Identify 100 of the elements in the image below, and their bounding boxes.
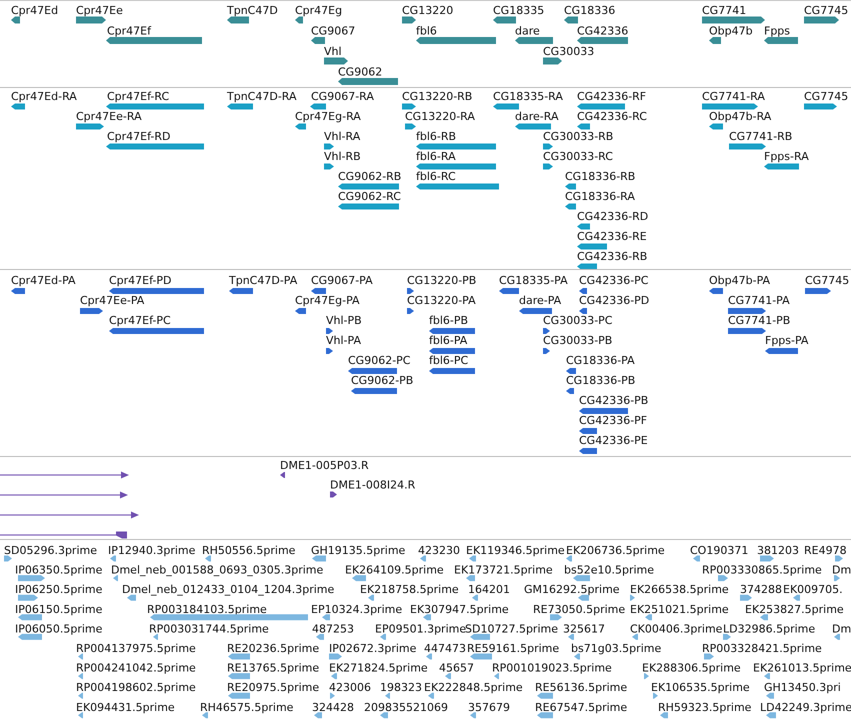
feature-label: EK009705. — [783, 583, 843, 596]
feature-label: fbl6-RA — [416, 150, 456, 163]
feature-label: 487253 — [312, 622, 354, 636]
feature-label: EK251021.5prime — [630, 602, 729, 616]
feature-label: CG42336-PB — [579, 394, 648, 407]
feature-label: dare-RA — [515, 110, 558, 123]
feature-label: fbl6-PC — [429, 354, 468, 367]
feature-label: CG42336-PF — [579, 414, 648, 427]
feature-label: Fpps-PA — [765, 334, 808, 347]
feature-label: CG9062-RB — [338, 170, 402, 183]
feature-label: CG13220-PA — [407, 294, 476, 307]
feature-label: fbl6-PA — [429, 334, 468, 347]
feature-label: 381203 — [757, 544, 799, 557]
feature-label: RE20236.5prime — [227, 642, 320, 655]
feature-label: EK253827.5prime — [745, 602, 844, 616]
feature-label: EK094431.5prime — [76, 700, 175, 714]
feature-label: 164201 — [468, 583, 510, 596]
feature-label: RE67547.5prime — [535, 700, 628, 714]
feature-label: Vhl-RA — [324, 130, 360, 143]
feature-label: LD32986.5prime — [723, 622, 816, 636]
feature-label: CG7741-RB — [729, 130, 792, 143]
feature-label: EK264109.5prime — [345, 564, 444, 577]
feature-label: CG9067-RA — [311, 90, 374, 103]
feature-label: EK218758.5prime — [360, 583, 459, 596]
feature-label: CG9062-RC — [338, 190, 401, 203]
feature-label: EK307947.5prime — [410, 602, 509, 616]
feature-label: RP004241042.5prime — [76, 662, 196, 675]
feature-label: CG18336-PB — [566, 374, 636, 387]
feature-label: DME1-005P03.R — [280, 459, 369, 472]
feature-label: RP003031744.5prime — [149, 622, 269, 636]
feature-label: Fpps-RA — [764, 150, 809, 163]
feature-label: fbl6 — [416, 24, 437, 38]
feature-label: RE59161.5prime — [467, 642, 560, 655]
feature-label: EP10324.3prime — [311, 602, 402, 616]
feature-label: CG13220-PB — [407, 274, 476, 287]
feature-label: CG7741-PA — [728, 294, 790, 307]
feature-label: Cpr47Ef-RD — [107, 130, 170, 143]
feature-label: CO190371 — [690, 544, 748, 557]
feature-label: CG13220-RA — [405, 110, 475, 123]
feature-label: CG42336-RC — [577, 110, 647, 123]
feature-label: RH46575.5prime — [200, 700, 294, 714]
feature-label: Dm — [832, 564, 851, 577]
feature-label: RE13765.5prime — [227, 662, 320, 675]
feature-label: Cpr47Ef — [107, 24, 152, 38]
feature-label: Cpr47Eg-RA — [295, 110, 361, 123]
feature-label: CG18336 — [564, 4, 616, 17]
feature-label: Cpr47Ee-RA — [76, 110, 142, 123]
feature-label: GH19135.5prime — [311, 544, 406, 557]
feature-label: CG9067 — [311, 24, 356, 38]
feature-label: 423006 — [329, 681, 371, 694]
feature-label: TpnC47D-RA — [227, 90, 297, 103]
feature-label: Cpr47Ef-PC — [109, 314, 171, 327]
feature-label: Vhl-PB — [326, 314, 362, 327]
feature-label: 447473 — [424, 642, 466, 655]
feature-label: RE56136.5prime — [535, 681, 628, 694]
feature-label: RP004137975.5prime — [76, 642, 196, 655]
feature-label: IP12940.3prime — [108, 544, 196, 557]
feature-label: CG18335-RA — [493, 90, 563, 103]
feature-label: CG42336-RB — [577, 250, 648, 263]
feature-label: CK00406.3prime — [630, 622, 722, 636]
feature-label: RE20975.5prime — [227, 681, 320, 694]
feature-label: CG30033-RB — [543, 130, 614, 143]
feature-label: CG42336-RE — [577, 230, 647, 243]
feature-label: CG7745 — [804, 4, 848, 17]
feature-label: Obp47b-RA — [709, 110, 772, 123]
feature-label: 374288 — [740, 583, 782, 596]
feature-label: Cpr47Ef-RC — [107, 90, 170, 103]
feature-label: CG7745 — [804, 90, 848, 103]
feature-label: CG9067-PA — [311, 274, 373, 287]
feature-label: EK173721.5prime — [454, 564, 553, 577]
feature-label: Fpps — [764, 24, 790, 38]
feature-label: fbl6-RB — [416, 130, 456, 143]
feature-label: CG9062 — [338, 66, 382, 78]
feature-label: GM16292.5prime — [524, 583, 620, 596]
feature-label: EK222848.5prime — [424, 681, 523, 694]
feature-label: Cpr47Ed-RA — [11, 90, 77, 103]
feature-label: IP06350.5prime — [15, 564, 102, 577]
feature-label: Cpr47Ee-PA — [80, 294, 144, 307]
feature-label: dare — [515, 24, 540, 38]
feature-label: RE73050.5prime — [533, 602, 626, 616]
feature-label: EP09501.3prime — [375, 622, 466, 636]
feature-label: EK206736.5prime — [566, 544, 665, 557]
feature-label: RP003328421.5prime — [702, 642, 822, 655]
feature-label: 209835521069 — [364, 700, 448, 714]
feature-label: 324428 — [312, 700, 354, 714]
feature-label: CG7741-RA — [702, 90, 765, 103]
feature-label: EK288306.5prime — [642, 662, 741, 675]
feature-label: 198323 — [380, 681, 422, 694]
feature-label: Vhl — [324, 45, 342, 58]
feature-label: RE4978 — [804, 544, 847, 557]
feature-label: RH59323.5prime — [658, 700, 752, 714]
feature-label: RP003330865.5prime — [702, 564, 822, 577]
feature-label: Cpr47Ee — [76, 4, 123, 17]
feature-label: Dmel_neb_001588_0693_0305.3prime — [111, 564, 324, 577]
feature-label: DME1-008I24.R — [330, 478, 416, 492]
feature-label: EK119346.5prime — [466, 544, 565, 557]
feature-label: Obp47b-PA — [709, 274, 770, 287]
feature-label: EK271824.5prime — [329, 662, 428, 675]
feature-label: IP06250.5prime — [15, 583, 102, 596]
feature-label: 45657 — [439, 662, 474, 675]
